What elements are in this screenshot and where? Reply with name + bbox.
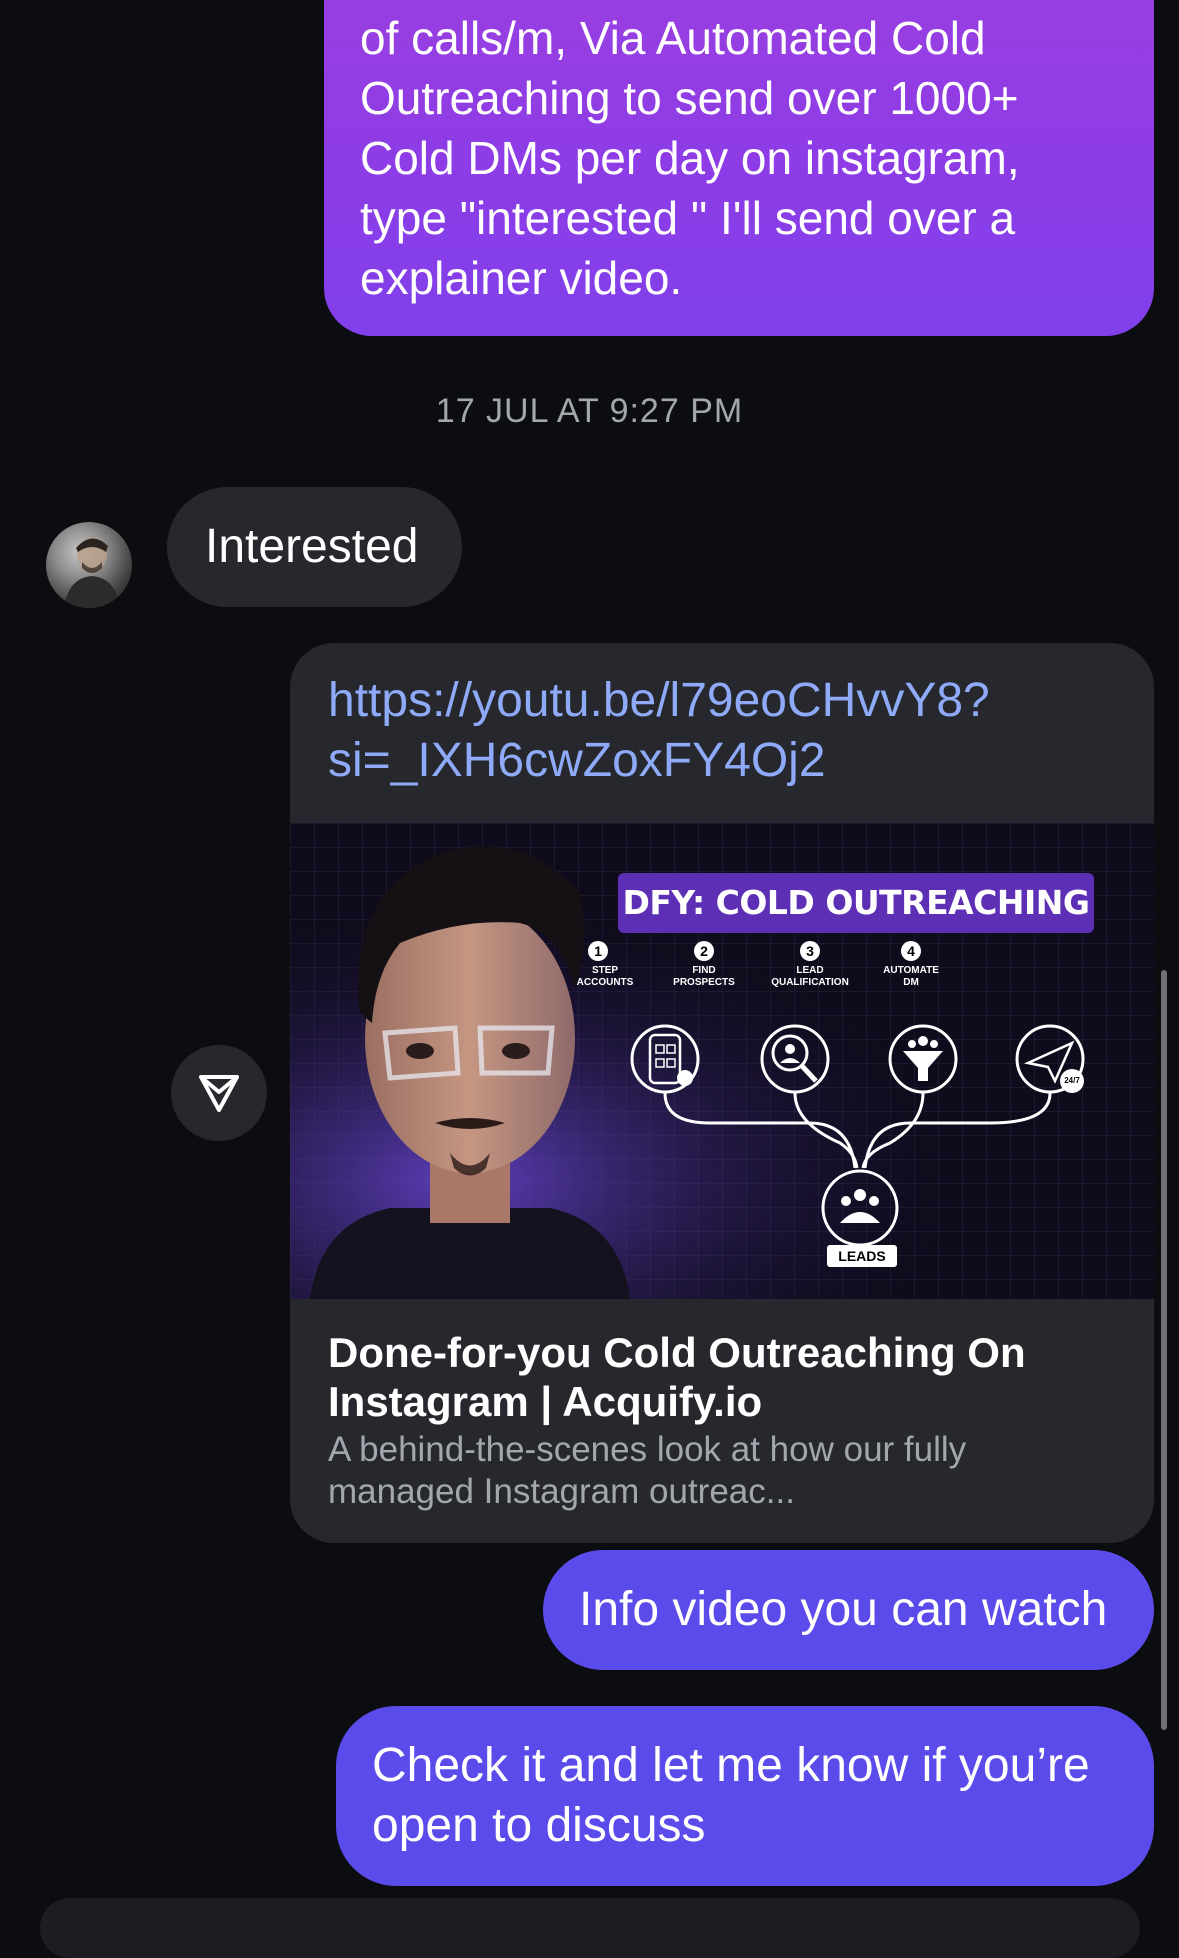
share-button[interactable] <box>171 1045 267 1141</box>
message-timestamp: 17 JUL AT 9:27 PM <box>435 392 744 430</box>
leads-label: LEADS <box>827 1245 897 1267</box>
step-label-line: DM <box>903 977 919 988</box>
badge-247: 24/7 <box>1064 1076 1080 1085</box>
message-line: type "interested " I'll send over a <box>360 192 1016 244</box>
link-url[interactable]: https://youtu.be/l79eoCHvvY8? si=_IXH6cw… <box>328 671 1128 791</box>
link-preview-description: A behind-the-scenes look at how our full… <box>328 1429 1128 1513</box>
link-preview-card[interactable]: https://youtu.be/l79eoCHvvY8? si=_IXH6cw… <box>290 643 1154 1543</box>
video-thumbnail[interactable]: DFY: COLD OUTREACHING 1 STEP ACCOUNTS 2 … <box>290 823 1154 1299</box>
step-label-line: PROSPECTS <box>673 977 735 988</box>
send-paper-plane-icon <box>199 1075 239 1112</box>
user-avatar[interactable] <box>46 522 132 608</box>
message-line: Check it and let me know if you’re <box>372 1739 1090 1792</box>
step-number: 4 <box>901 941 921 961</box>
description-line: managed Instagram outreac... <box>328 1472 795 1511</box>
step-label: AUTOMATE DM <box>851 965 971 989</box>
outgoing-message-bubble[interactable]: Check it and let me know if you’re open … <box>336 1706 1154 1886</box>
link-preview-title: Done-for-you Cold Outreaching On Instagr… <box>328 1329 1026 1425</box>
avatar-photo-icon <box>64 537 120 608</box>
outgoing-message-bubble[interactable]: Info video you can watch <box>543 1550 1154 1670</box>
step-label-line: AUTOMATE <box>883 965 939 976</box>
outgoing-message-bubble[interactable]: of calls/m, Via Automated Cold Outreachi… <box>324 0 1154 336</box>
message-line: open to discuss <box>372 1799 706 1852</box>
step-label: FIND PROSPECTS <box>644 965 764 989</box>
message-line: Cold DMs per day on instagram, <box>360 132 1020 184</box>
message-line: explainer video. <box>360 252 683 304</box>
link-url-line: si=_IXH6cwZoxFY4Oj2 <box>328 734 826 787</box>
message-composer[interactable] <box>40 1898 1140 1958</box>
step-label-line: FIND <box>692 965 716 976</box>
message-line: of calls/m, Via Automated Cold <box>360 12 986 64</box>
incoming-message-bubble[interactable]: Interested <box>167 487 462 607</box>
thumbnail-banner: DFY: COLD OUTREACHING <box>618 873 1094 933</box>
message-line: Outreaching to send over 1000+ <box>360 72 1019 124</box>
step-number: 2 <box>694 941 714 961</box>
step-number: 3 <box>800 941 820 961</box>
description-line: A behind-the-scenes look at how our full… <box>328 1430 967 1469</box>
step-number: 1 <box>588 941 608 961</box>
link-url-line: https://youtu.be/l79eoCHvvY8? <box>328 674 990 727</box>
scrollbar[interactable] <box>1161 970 1167 1730</box>
